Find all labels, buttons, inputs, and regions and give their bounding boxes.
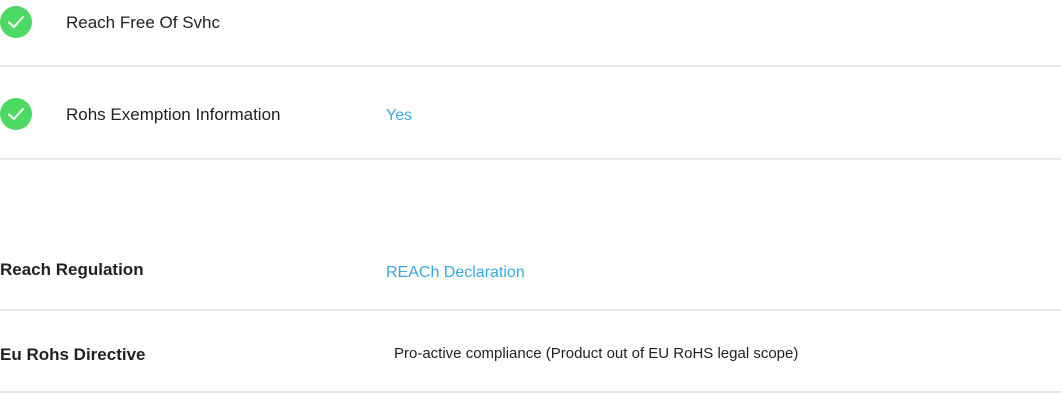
check-circle-icon [0, 98, 32, 130]
flag-label-rohs-exemption-information: Rohs Exemption Information [66, 105, 281, 124]
regulation-label-eu-rohs: Eu Rohs Directive [0, 345, 146, 364]
reach-declaration-link[interactable]: REACh Declaration [386, 264, 525, 282]
row-divider [0, 309, 1061, 311]
row-divider [0, 65, 1061, 67]
regulation-label-reach: Reach Regulation [0, 260, 144, 279]
checkmark-glyph [8, 108, 24, 120]
flag-label-reach-free-of-svhc: Reach Free Of Svhc [66, 13, 221, 32]
checkmark-glyph [8, 16, 24, 28]
row-divider [0, 158, 1061, 160]
check-circle-icon [0, 6, 32, 38]
rohs-exemption-value-link[interactable]: Yes [386, 107, 412, 125]
eu-rohs-directive-value: Pro-active compliance (Product out of EU… [394, 345, 799, 362]
row-divider [0, 391, 1061, 393]
